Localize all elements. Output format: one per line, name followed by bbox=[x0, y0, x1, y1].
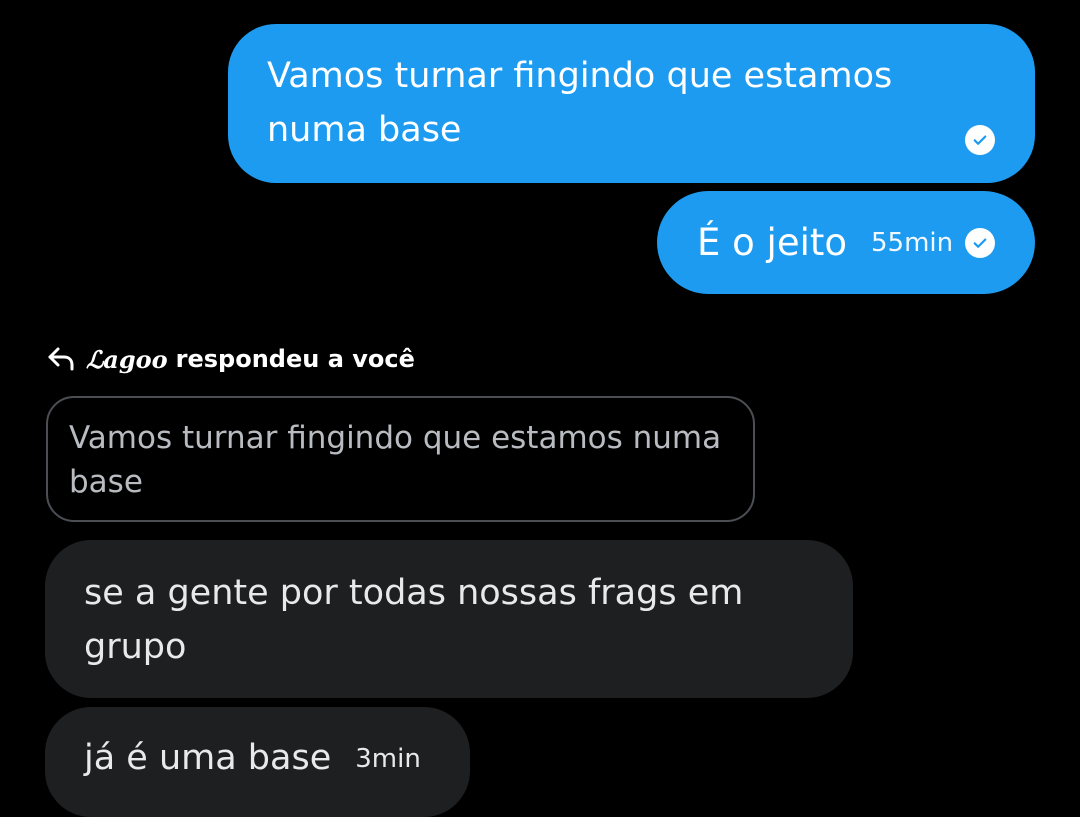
message-text: Vamos turnar fingindo que estamos numa b… bbox=[267, 56, 893, 150]
message-text: já é uma base bbox=[84, 738, 332, 778]
quoted-message[interactable]: Vamos turnar fingindo que estamos numa b… bbox=[46, 396, 755, 522]
read-check-icon bbox=[965, 125, 995, 155]
read-check-icon bbox=[965, 227, 996, 258]
received-message[interactable]: se a gente por todas nossas frags em gru… bbox=[45, 540, 853, 698]
message-time: 55min bbox=[871, 227, 954, 258]
message-text: se a gente por todas nossas frags em gru… bbox=[84, 573, 744, 667]
reply-action-text: respondeu a você bbox=[175, 345, 415, 373]
sent-message[interactable]: Vamos turnar fingindo que estamos numa b… bbox=[228, 24, 1035, 183]
reply-arrow-icon bbox=[46, 344, 78, 374]
received-message[interactable]: já é uma base 3min bbox=[45, 707, 470, 817]
sent-message[interactable]: É o jeito 55min bbox=[657, 191, 1035, 294]
reply-header: ℒagoo respondeu a você bbox=[46, 344, 415, 374]
dm-conversation: { "messages": [ { "id": "msg1", "directi… bbox=[0, 0, 1080, 817]
message-time: 3min bbox=[355, 744, 421, 774]
quoted-text: Vamos turnar fingindo que estamos numa b… bbox=[69, 420, 722, 500]
reply-username: ℒagoo bbox=[86, 344, 168, 374]
message-text: É o jeito bbox=[697, 220, 848, 264]
